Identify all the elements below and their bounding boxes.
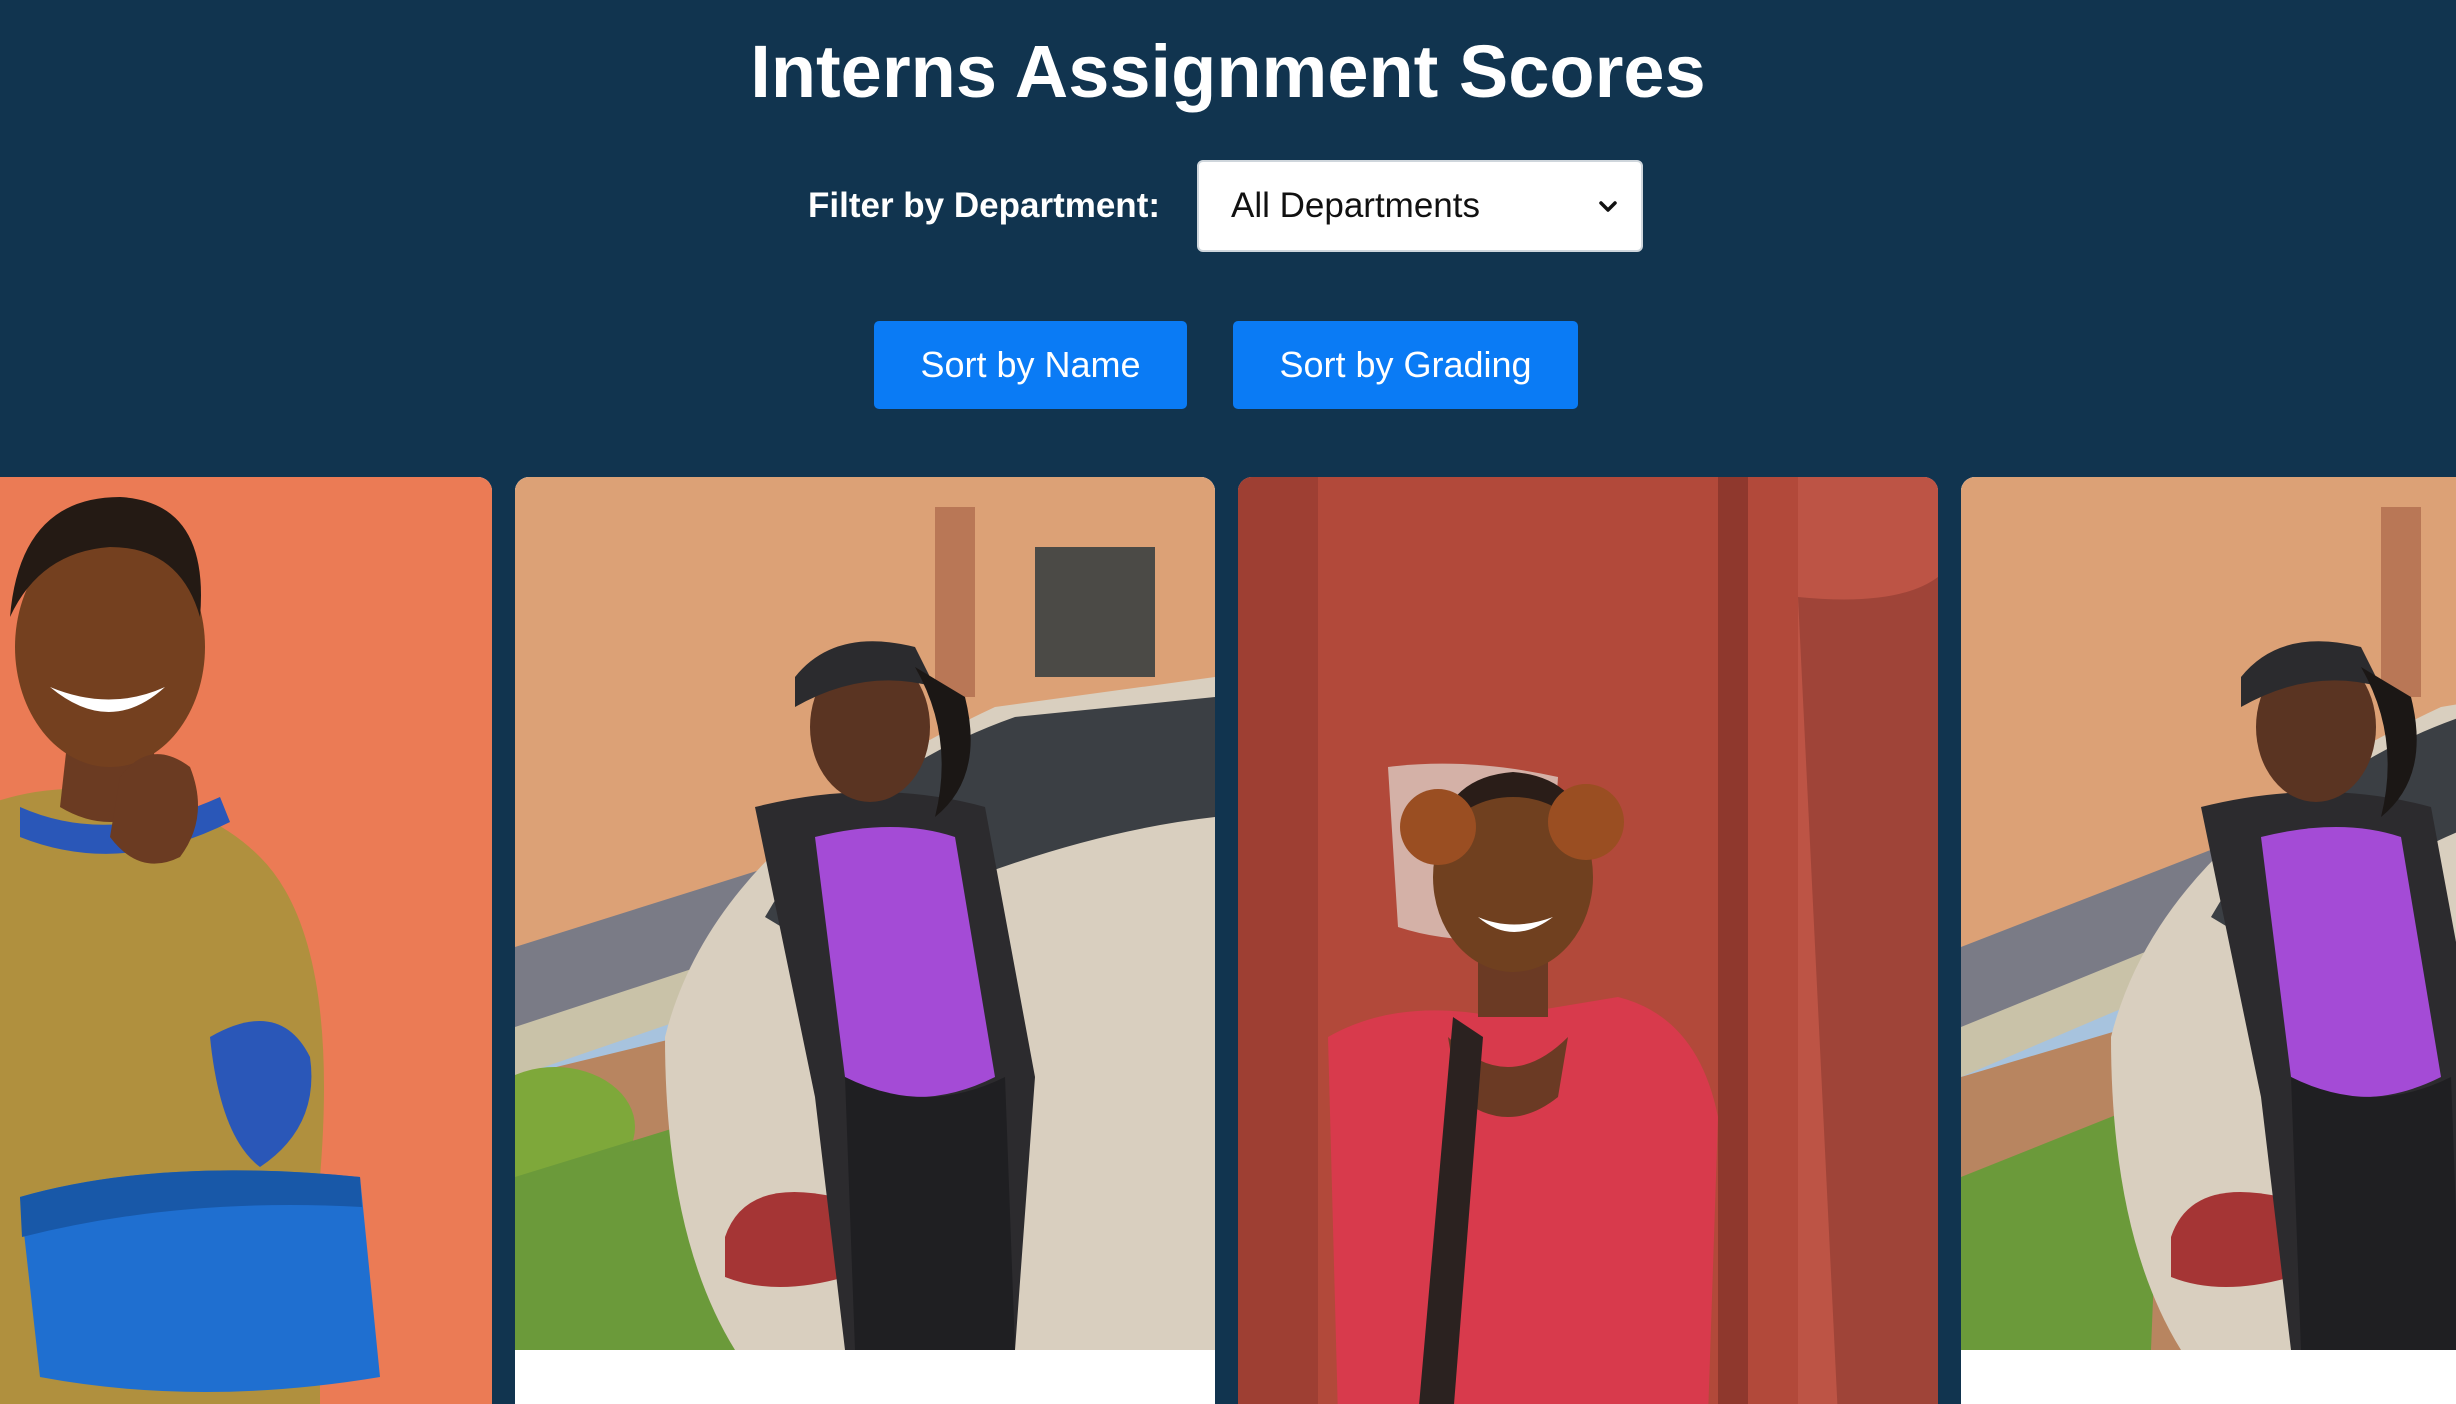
intern-card[interactable] [515,477,1215,1404]
intern-photo [515,477,1215,1350]
intern-card[interactable] [1961,477,2456,1404]
sort-by-grading-button[interactable]: Sort by Grading [1233,321,1578,409]
department-select-value: All Departments [1231,186,1480,225]
intern-photo [1961,477,2456,1350]
department-select[interactable]: All Departments [1197,160,1643,252]
sort-by-name-button[interactable]: Sort by Name [874,321,1187,409]
intern-photo [0,477,492,1404]
page-title: Interns Assignment Scores [750,30,1706,113]
intern-photo [1238,477,1938,1404]
filter-label: Filter by Department: [808,186,1160,225]
intern-card[interactable] [0,477,492,1404]
intern-card[interactable] [1238,477,1938,1404]
page: Interns Assignment Scores Filter by Depa… [0,0,2456,1404]
chevron-down-icon [1599,201,1617,212]
filter-row: Filter by Department: All Departments [0,160,2456,252]
